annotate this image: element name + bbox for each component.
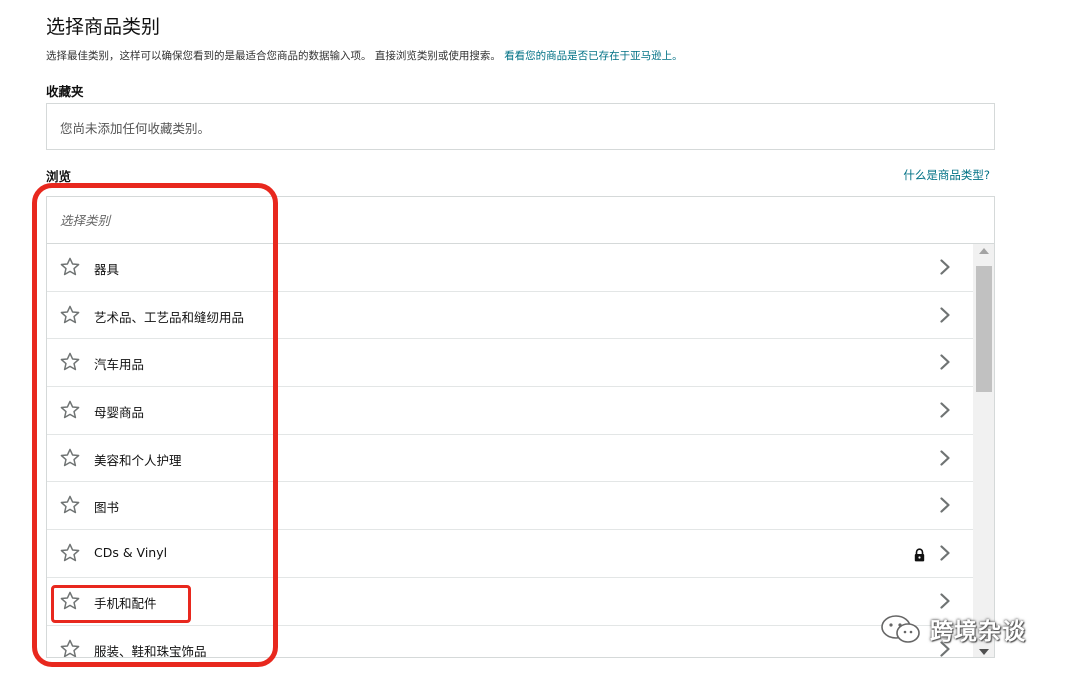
star-icon[interactable] <box>59 590 81 612</box>
category-label: 器具 <box>94 262 120 277</box>
category-label: 服装、鞋和珠宝饰品 <box>94 643 207 658</box>
category-list: 器具艺术品、工艺品和缝纫用品 汽车用品母婴商品美容和个人护理 图书 CDs & Vin… <box>47 244 973 658</box>
wechat-icon <box>881 615 920 643</box>
chevron-right-icon[interactable] <box>939 307 951 323</box>
watermark-text: 跨境杂谈 <box>930 619 1026 645</box>
category-search-input[interactable] <box>47 197 994 243</box>
chevron-right-icon[interactable] <box>939 259 951 275</box>
chevron-right-icon[interactable] <box>939 497 951 514</box>
chevron-right-icon[interactable] <box>939 354 951 370</box>
scroll-thumb[interactable] <box>976 266 992 392</box>
scroll-up-arrow[interactable] <box>979 248 989 254</box>
category-search-row <box>47 197 994 244</box>
category-item[interactable]: 手机和配件 <box>47 578 973 626</box>
favorites-label: 收藏夹 <box>46 84 84 99</box>
category-item[interactable]: 汽车用品 <box>47 339 973 388</box>
check-existing-link[interactable]: 看看您的商品是否已存在于亚马逊上。 <box>504 50 683 62</box>
browse-panel: 器具艺术品、工艺品和缝纫用品汽车用品母婴商品美容和个人护理图书 CDs & Vin… <box>46 196 995 658</box>
category-item[interactable]: 服装、鞋和珠宝饰品 <box>47 626 973 658</box>
category-label: 母婴商品 <box>94 405 145 421</box>
star-icon[interactable] <box>59 638 81 658</box>
star-icon[interactable] <box>59 494 81 516</box>
page-title: 选择商品类别 <box>46 16 161 38</box>
category-label: 手机和配件 <box>94 595 157 611</box>
chevron-right-icon[interactable] <box>939 450 951 466</box>
category-item[interactable]: 图书 <box>47 482 973 531</box>
star-icon[interactable] <box>59 447 81 469</box>
category-item[interactable]: CDs & Vinyl <box>47 530 973 578</box>
chevron-right-icon[interactable] <box>939 545 951 561</box>
chevron-right-icon[interactable] <box>939 402 951 418</box>
category-label: CDs & Vinyl <box>94 545 168 561</box>
intro-text: 选择最佳类别，这样可以确保您看到的是最适合您商品的数据输入项。 直接浏览类别或使… <box>46 48 683 63</box>
category-label: 图书 <box>94 500 120 516</box>
watermark: 跨境杂谈 <box>880 612 1026 646</box>
category-item[interactable]: 美容和个人护理 <box>47 435 973 483</box>
chevron-right-icon[interactable] <box>939 593 951 609</box>
favorites-box: 您尚未添加任何收藏类别。 <box>46 103 995 150</box>
scroll-down-arrow[interactable] <box>979 649 989 655</box>
category-label: 汽车用品 <box>94 357 145 373</box>
star-icon[interactable] <box>59 304 81 326</box>
star-icon[interactable] <box>59 351 81 373</box>
star-icon[interactable] <box>59 542 81 564</box>
star-icon[interactable] <box>59 256 81 278</box>
product-type-help-link[interactable]: 什么是商品类型? <box>903 167 990 183</box>
category-label: 艺术品、工艺品和缝纫用品 <box>94 309 245 325</box>
category-item[interactable]: 器具 <box>47 244 973 292</box>
list-scrollbar[interactable] <box>973 244 994 657</box>
star-icon[interactable] <box>59 399 81 421</box>
category-label: 美容和个人护理 <box>94 452 182 468</box>
favorites-empty-text: 您尚未添加任何收藏类别。 <box>60 121 211 136</box>
category-item[interactable]: 艺术品、工艺品和缝纫用品 <box>47 292 973 340</box>
lock-icon <box>914 547 925 562</box>
category-item[interactable]: 母婴商品 <box>47 387 973 435</box>
browse-label: 浏览 <box>46 169 72 184</box>
intro-description: 选择最佳类别，这样可以确保您看到的是最适合您商品的数据输入项。 直接浏览类别或使… <box>46 50 501 62</box>
